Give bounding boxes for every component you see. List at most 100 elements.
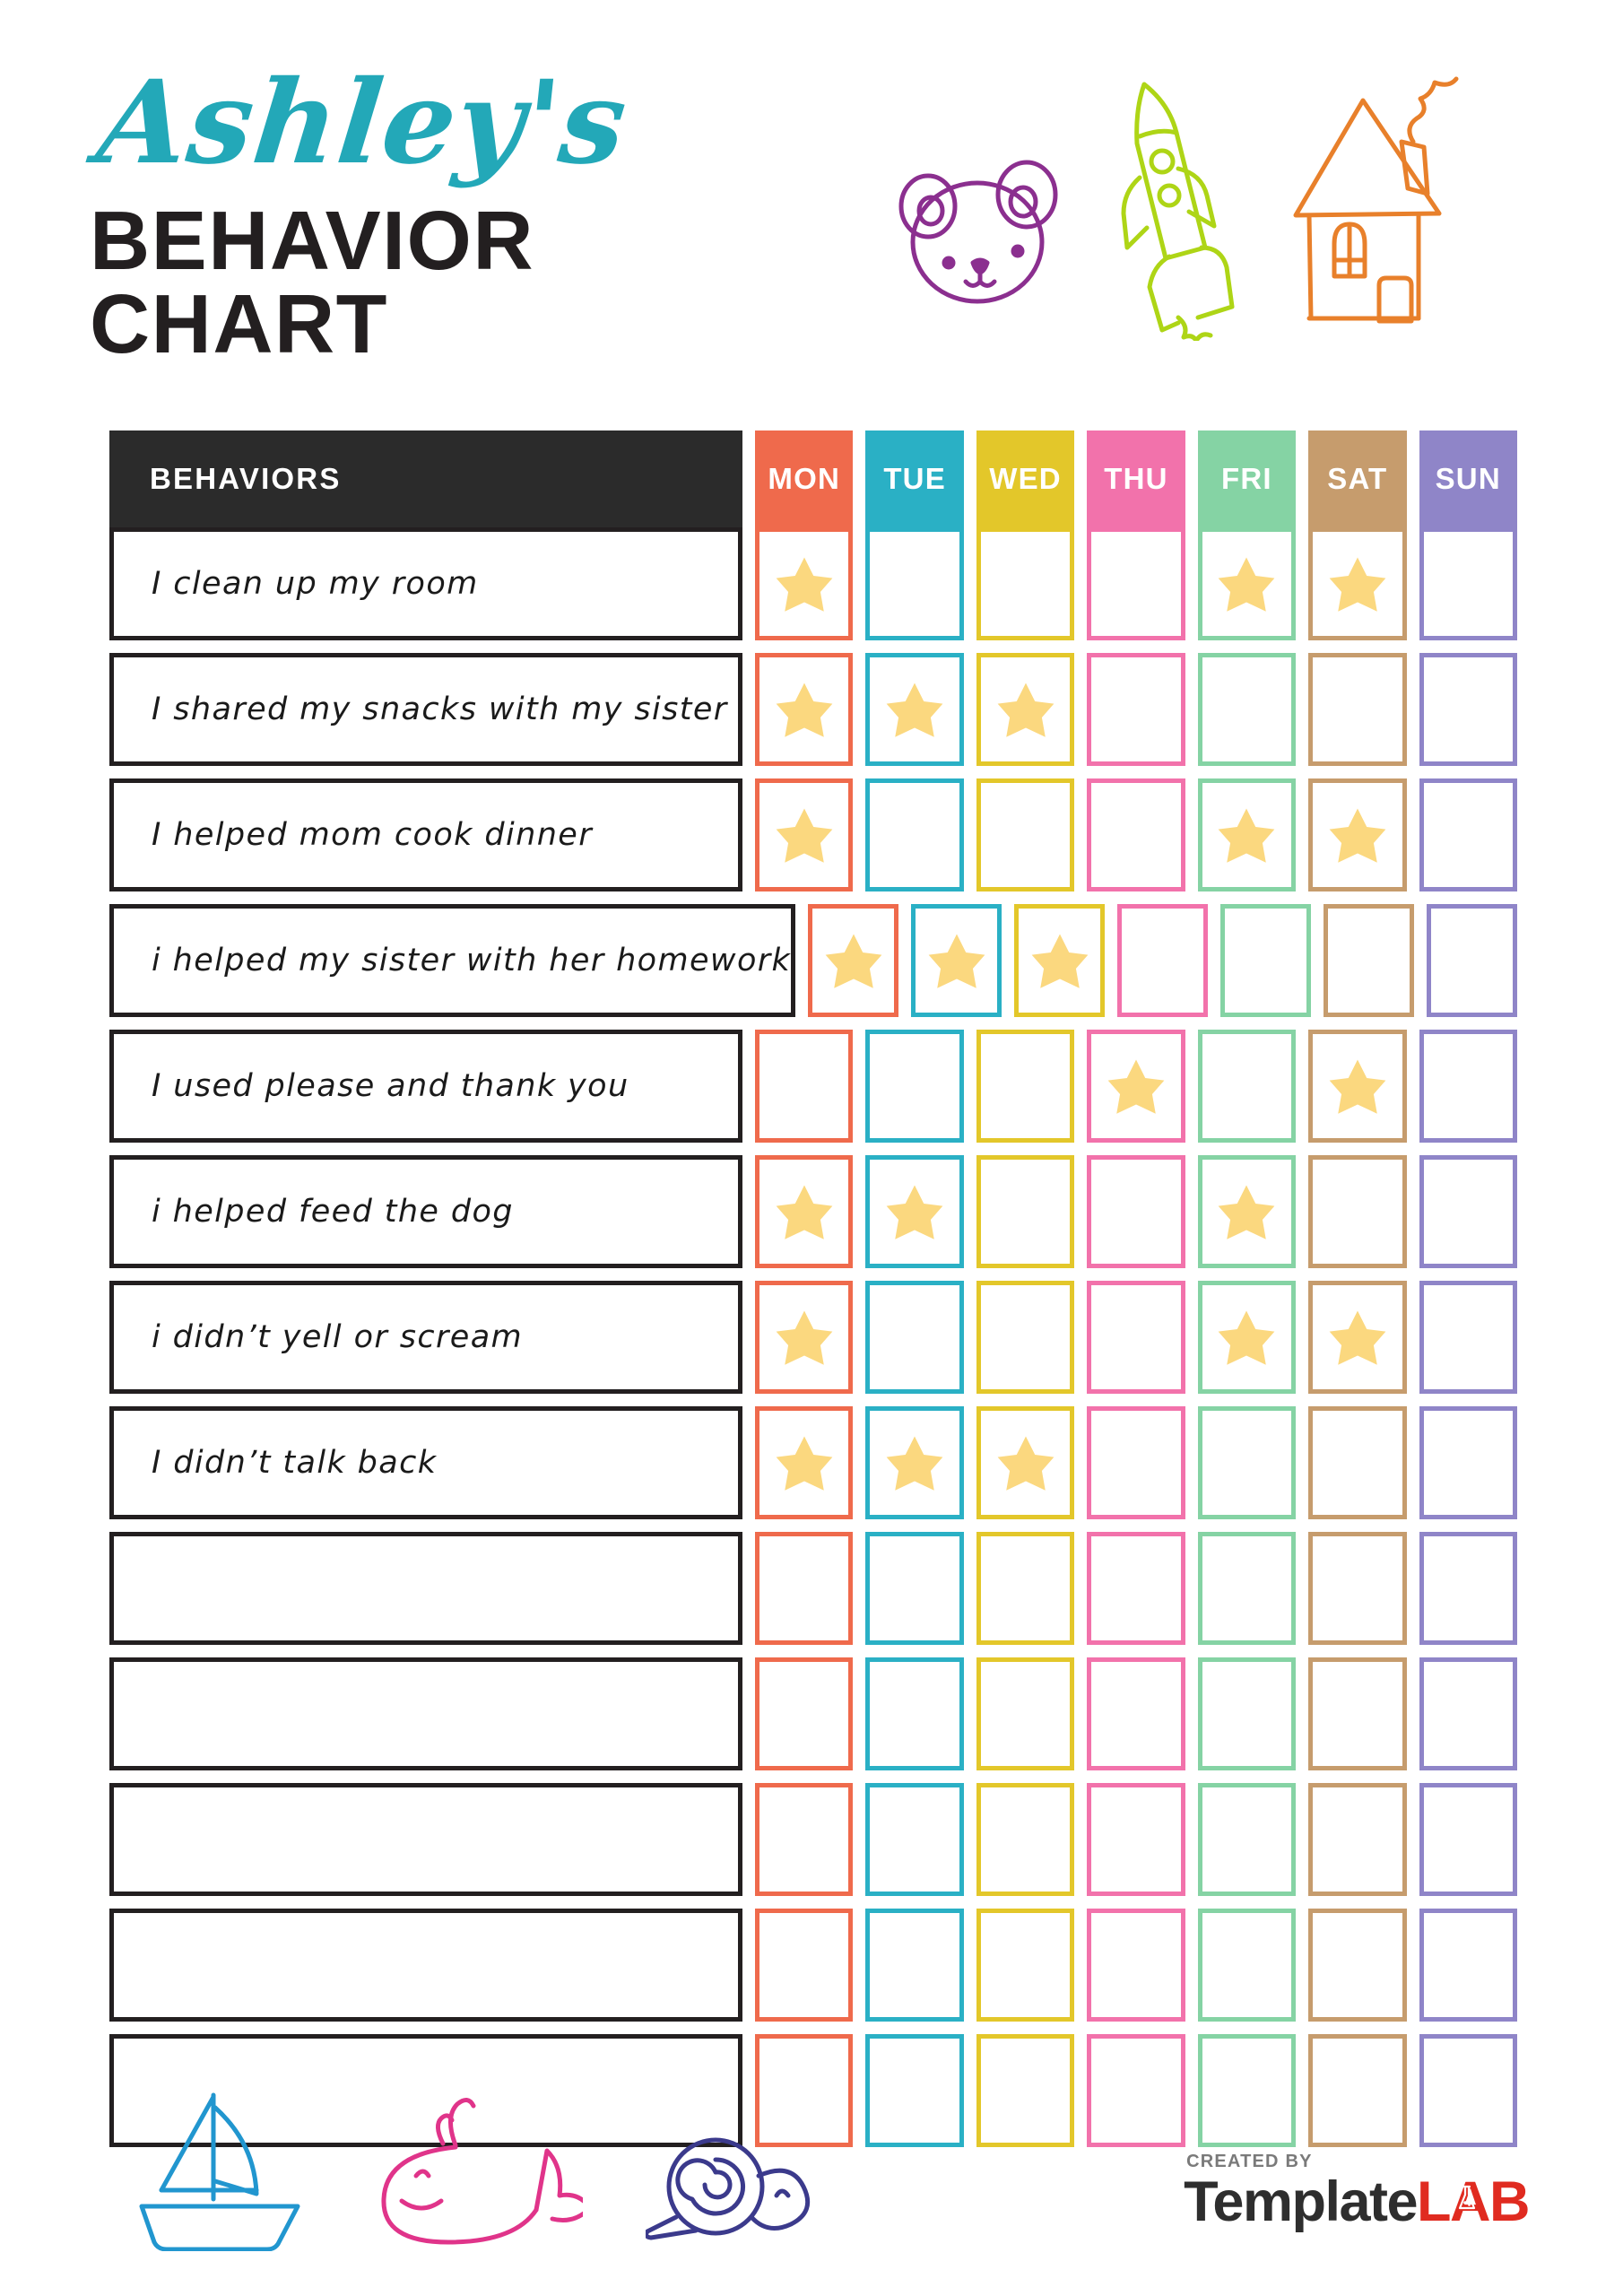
day-checkbox-cell-tue[interactable] [911,904,1002,1017]
day-checkbox-cell-wed[interactable] [976,1909,1075,2022]
day-checkbox-cell-thu[interactable] [1087,1406,1185,1519]
behavior-label-cell[interactable] [109,1657,742,1770]
day-checkbox-cell-sun[interactable] [1419,1155,1517,1268]
day-checkbox-cell-mon[interactable] [755,527,854,640]
behavior-label-cell[interactable]: I helped mom cook dinner [109,778,742,891]
behavior-label-cell[interactable]: i helped my sister with her homework [109,904,796,1017]
day-checkbox-cell-fri[interactable] [1197,1783,1297,1896]
day-checkbox-cell-sat[interactable] [1308,1909,1407,2022]
day-checkbox-cell-thu[interactable] [1087,1030,1185,1143]
day-checkbox-cell-sun[interactable] [1419,1532,1517,1645]
day-checkbox-cell-sun[interactable] [1419,527,1517,640]
day-checkbox-cell-thu[interactable] [1087,653,1185,766]
day-checkbox-cell-sat[interactable] [1308,1532,1407,1645]
table-row [109,1657,1517,1770]
day-checkbox-cell-fri[interactable] [1197,778,1297,891]
behavior-label-cell[interactable]: I shared my snacks with my sister [109,653,742,766]
day-checkbox-cell-sun[interactable] [1419,1909,1517,2022]
day-checkbox-cell-tue[interactable] [865,778,964,891]
day-checkbox-cell-mon[interactable] [755,1155,854,1268]
day-checkbox-cell-sat[interactable] [1324,904,1415,1017]
day-checkbox-cell-fri[interactable] [1197,1281,1297,1394]
behavior-label-cell[interactable] [109,1783,742,1896]
day-checkbox-cell-mon[interactable] [755,778,854,891]
day-checkbox-cell-fri[interactable] [1197,653,1297,766]
day-checkbox-cell-thu[interactable] [1087,1532,1185,1645]
day-checkbox-cell-tue[interactable] [865,1406,964,1519]
day-checkbox-cell-thu[interactable] [1087,1281,1185,1394]
behavior-label-cell[interactable]: I didn’t talk back [109,1406,742,1519]
day-checkbox-cell-wed[interactable] [976,653,1075,766]
day-checkbox-cell-sat[interactable] [1308,1030,1407,1143]
day-checkbox-cell-sat[interactable] [1308,527,1407,640]
day-checkbox-cell-fri[interactable] [1197,1909,1297,2022]
day-checkbox-cell-fri[interactable] [1197,1155,1297,1268]
day-checkbox-cell-thu[interactable] [1087,778,1185,891]
day-checkbox-cell-sun[interactable] [1419,1281,1517,1394]
day-checkbox-cell-tue[interactable] [865,1155,964,1268]
day-checkbox-cell-tue[interactable] [865,1909,964,2022]
behavior-label-cell[interactable]: i helped feed the dog [109,1155,742,1268]
day-checkbox-cell-mon[interactable] [808,904,899,1017]
day-checkbox-cell-thu[interactable] [1117,904,1209,1017]
day-checkbox-cell-thu[interactable] [1087,1657,1185,1770]
behavior-label-cell[interactable]: I used please and thank you [109,1030,742,1143]
day-checkbox-cell-sat[interactable] [1308,1406,1407,1519]
day-checkbox-cell-mon[interactable] [755,1783,854,1896]
day-checkbox-cell-sat[interactable] [1308,778,1407,891]
logo-template-text: Template [1184,2170,1418,2233]
day-checkbox-cell-wed[interactable] [976,1783,1075,1896]
day-checkbox-cell-fri[interactable] [1197,1657,1297,1770]
table-row: I didn’t talk back [109,1406,1517,1519]
day-checkbox-cell-wed[interactable] [976,1532,1075,1645]
day-checkbox-cell-wed[interactable] [976,1281,1075,1394]
day-checkbox-cell-sun[interactable] [1419,1783,1517,1896]
behavior-label-cell[interactable]: I clean up my room [109,527,742,640]
day-checkbox-cell-thu[interactable] [1087,1783,1185,1896]
day-checkbox-cell-sat[interactable] [1308,1281,1407,1394]
behavior-label-cell[interactable] [109,1909,742,2022]
behavior-label-cell[interactable] [109,1532,742,1645]
day-checkbox-cell-wed[interactable] [976,527,1075,640]
day-checkbox-cell-tue[interactable] [865,1030,964,1143]
day-checkbox-cell-sun[interactable] [1419,1030,1517,1143]
day-checkbox-cell-mon[interactable] [755,1281,854,1394]
day-checkbox-cell-mon[interactable] [755,1406,854,1519]
day-checkbox-cell-wed[interactable] [976,1406,1075,1519]
day-checkbox-cell-tue[interactable] [865,653,964,766]
day-checkbox-cell-fri[interactable] [1197,1030,1297,1143]
behavior-chart-table: BEHAVIORS MON TUE WED THU FRI SAT SUN I … [109,430,1517,2147]
day-checkbox-cell-thu[interactable] [1087,1909,1185,2022]
day-checkbox-cell-sat[interactable] [1308,1657,1407,1770]
day-checkbox-cell-tue[interactable] [865,527,964,640]
day-checkbox-cell-mon[interactable] [755,1657,854,1770]
day-checkbox-cell-mon[interactable] [755,1909,854,2022]
day-checkbox-cell-sun[interactable] [1427,904,1517,1017]
behavior-label-cell[interactable]: i didn’t yell or scream [109,1281,742,1394]
day-checkbox-cell-fri[interactable] [1197,1406,1297,1519]
day-checkbox-cell-sun[interactable] [1419,778,1517,891]
day-checkbox-cell-wed[interactable] [976,778,1075,891]
day-checkbox-cell-sat[interactable] [1308,1783,1407,1896]
day-checkbox-cell-fri[interactable] [1220,904,1312,1017]
day-checkbox-cell-mon[interactable] [755,1532,854,1645]
day-checkbox-cell-sun[interactable] [1419,653,1517,766]
day-checkbox-cell-tue[interactable] [865,1532,964,1645]
day-checkbox-cell-sat[interactable] [1308,653,1407,766]
day-checkbox-cell-fri[interactable] [1197,527,1297,640]
day-checkbox-cell-sun[interactable] [1419,1406,1517,1519]
day-checkbox-cell-tue[interactable] [865,1783,964,1896]
day-checkbox-cell-sun[interactable] [1419,1657,1517,1770]
day-checkbox-cell-wed[interactable] [976,1030,1075,1143]
day-checkbox-cell-tue[interactable] [865,1657,964,1770]
day-checkbox-cell-wed[interactable] [1014,904,1106,1017]
day-checkbox-cell-wed[interactable] [976,1657,1075,1770]
day-checkbox-cell-mon[interactable] [755,1030,854,1143]
day-checkbox-cell-wed[interactable] [976,1155,1075,1268]
day-checkbox-cell-tue[interactable] [865,1281,964,1394]
day-checkbox-cell-sat[interactable] [1308,1155,1407,1268]
day-checkbox-cell-thu[interactable] [1087,527,1185,640]
day-checkbox-cell-mon[interactable] [755,653,854,766]
day-checkbox-cell-thu[interactable] [1087,1155,1185,1268]
day-checkbox-cell-fri[interactable] [1197,1532,1297,1645]
